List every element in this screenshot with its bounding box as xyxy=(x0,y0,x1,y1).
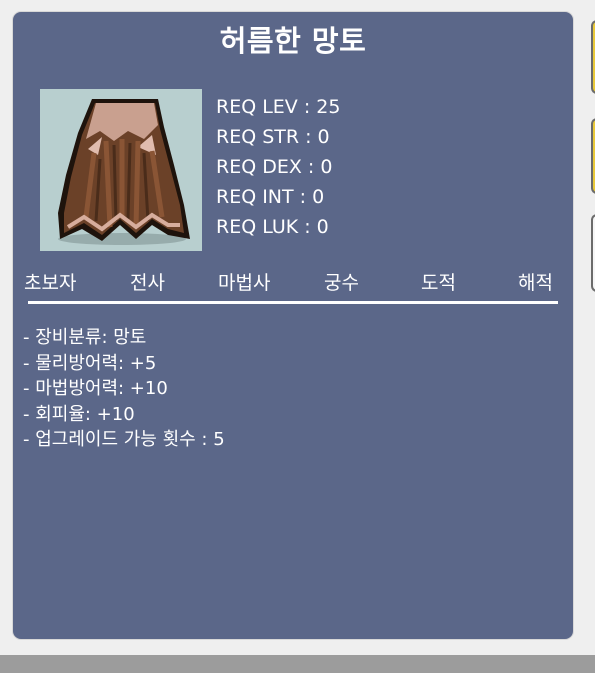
job-warrior: 전사 xyxy=(130,272,165,294)
job-list: 초보자 전사 마법사 궁수 도적 해적 xyxy=(13,268,573,298)
item-tooltip-panel: 허름한 망토 REQ LEV : 25 REQ STR : 0 REQ DEX … xyxy=(13,12,573,639)
req-str: REQ STR : 0 xyxy=(216,126,330,148)
prop-magic-defense: - 마법방어력: +10 xyxy=(23,378,168,399)
job-pirate: 해적 xyxy=(518,272,553,294)
property-list: - 장비분류: 망토 - 물리방어력: +5 - 마법방어력: +10 - 회피… xyxy=(23,325,225,453)
brown-cape-icon xyxy=(58,99,190,245)
prop-upgrade-slots: - 업그레이드 가능 횟수 : 5 xyxy=(23,429,225,450)
side-tab-1[interactable] xyxy=(591,20,595,94)
divider xyxy=(28,301,558,304)
prop-category: - 장비분류: 망토 xyxy=(23,327,147,348)
prop-physical-defense: - 물리방어력: +5 xyxy=(23,352,157,374)
req-dex: REQ DEX : 0 xyxy=(216,156,333,178)
prop-avoidability: - 회피율: +10 xyxy=(23,403,135,425)
requirements-list: REQ LEV : 25 REQ STR : 0 REQ DEX : 0 REQ… xyxy=(216,92,340,242)
req-luk: REQ LUK : 0 xyxy=(216,216,329,238)
req-int: REQ INT : 0 xyxy=(216,186,325,208)
req-level: REQ LEV : 25 xyxy=(216,96,341,118)
job-archer: 궁수 xyxy=(324,272,359,294)
job-magician: 마법사 xyxy=(218,272,271,294)
side-tab-3[interactable] xyxy=(591,214,595,292)
item-image xyxy=(40,89,202,251)
job-thief: 도적 xyxy=(421,272,456,294)
bottom-bar xyxy=(0,655,595,673)
side-tab-2[interactable] xyxy=(591,118,595,194)
item-name: 허름한 망토 xyxy=(219,24,367,58)
job-beginner: 초보자 xyxy=(24,272,77,294)
